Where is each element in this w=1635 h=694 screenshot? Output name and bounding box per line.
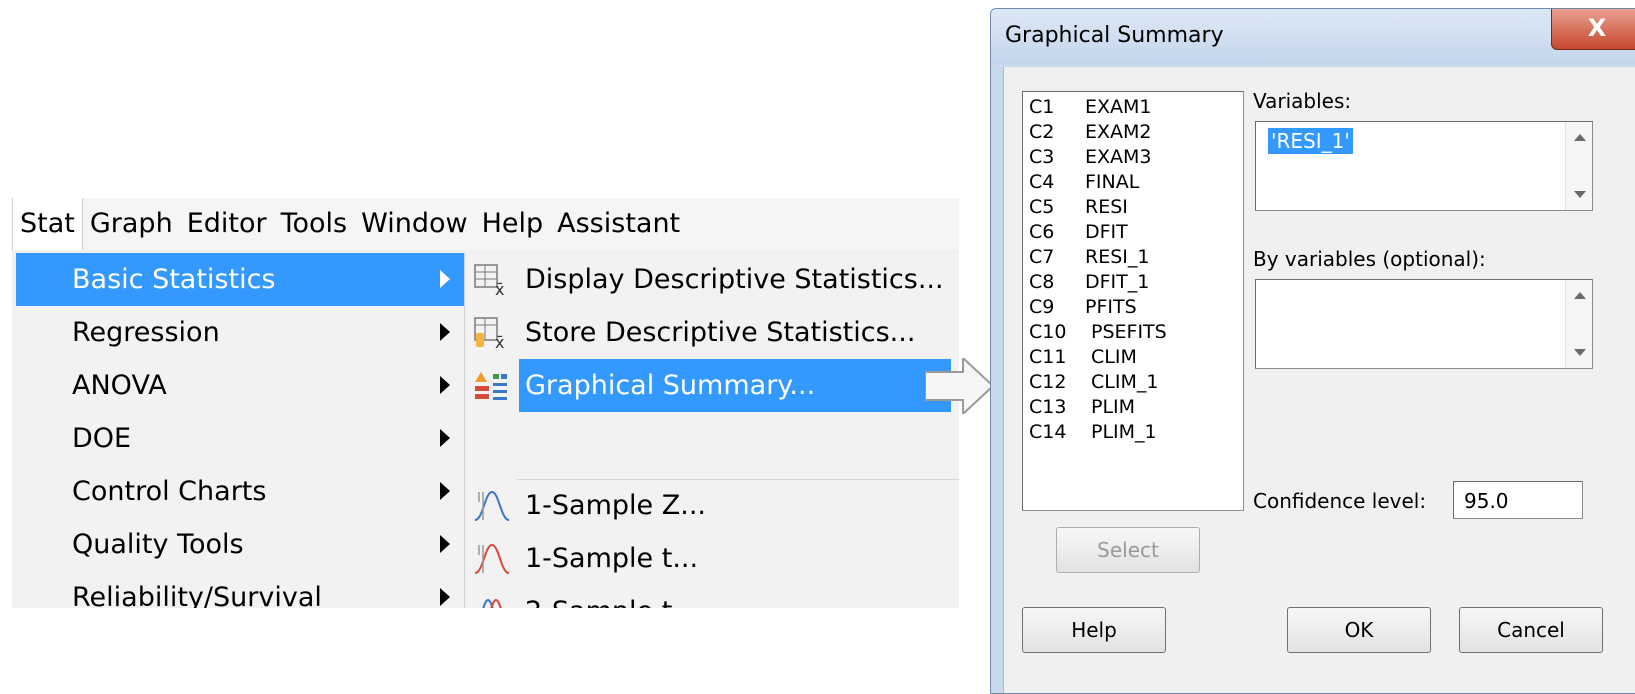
menu-item-regression[interactable]: Regression: [16, 306, 464, 359]
menu-item-label: ANOVA: [72, 370, 167, 401]
submenu-arrow-icon: [440, 376, 450, 394]
dialog-client-area: C1 EXAM1 C2 EXAM2 C3 EXAM3 C4 FINAL C5 RESI C…: [1003, 67, 1635, 693]
select-button[interactable]: Select: [1056, 527, 1200, 573]
by-variables-field[interactable]: [1255, 279, 1593, 369]
menu-graph[interactable]: Graph: [83, 198, 180, 250]
distribution-curve-icon: [474, 543, 510, 574]
list-item[interactable]: C7 RESI_1: [1029, 246, 1149, 272]
menu-item-basic-statistics[interactable]: Basic Statistics: [16, 253, 464, 306]
menu-stat[interactable]: Stat: [12, 198, 83, 250]
submenu-arrow-icon: [440, 323, 450, 341]
menu-assistant[interactable]: Assistant: [550, 198, 687, 250]
menu-item-control-charts[interactable]: Control Charts: [16, 465, 464, 518]
graphical-summary-icon: [475, 372, 507, 400]
submenu-item-1-sample-t[interactable]: 1-Sample t...: [467, 532, 959, 585]
submenu-item-label: 1-Sample Z...: [525, 490, 706, 521]
menu-item-quality-tools[interactable]: Quality Tools: [16, 518, 464, 571]
scroll-up-icon[interactable]: [1574, 134, 1586, 141]
by-variables-label: By variables (optional):: [1253, 247, 1486, 271]
dialog-titlebar[interactable]: Graphical Summary X: [991, 9, 1635, 64]
list-item[interactable]: C14 PLIM_1: [1029, 421, 1157, 447]
list-item[interactable]: C6 DFIT: [1029, 221, 1128, 247]
menu-tools[interactable]: Tools: [274, 198, 355, 250]
table-x-icon: x̄: [474, 264, 504, 298]
scroll-up-icon[interactable]: [1574, 292, 1586, 299]
submenu-item-label: 2-Sample t...: [525, 596, 698, 608]
submenu-item-store-descriptive[interactable]: x̄ Store Descriptive Statistics...: [467, 306, 959, 359]
dialog-title: Graphical Summary: [1005, 23, 1224, 48]
menu-item-label: Control Charts: [72, 476, 267, 507]
list-item[interactable]: C3 EXAM3: [1029, 146, 1152, 172]
variables-label: Variables:: [1253, 89, 1352, 113]
help-button[interactable]: Help: [1022, 607, 1166, 653]
stat-dropdown-menu: Basic Statistics Regression ANOVA DOE Co…: [16, 253, 465, 608]
table-store-icon: x̄: [474, 317, 504, 351]
list-item[interactable]: C4 FINAL: [1029, 171, 1139, 197]
menu-item-label: DOE: [72, 423, 132, 454]
menu-item-anova[interactable]: ANOVA: [16, 359, 464, 412]
menu-item-reliability-survival[interactable]: Reliability/Survival: [16, 571, 464, 608]
list-item[interactable]: C1 EXAM1: [1029, 96, 1152, 122]
scroll-down-icon[interactable]: [1574, 349, 1586, 356]
submenu-item-graphical-summary[interactable]: Graphical Summary...: [467, 359, 959, 412]
close-button[interactable]: X: [1551, 9, 1635, 50]
list-item[interactable]: C10 PSEFITS: [1029, 321, 1167, 347]
submenu-item-label: 1-Sample t...: [525, 543, 699, 574]
submenu-item-display-descriptive[interactable]: x̄ Display Descriptive Statistics...: [467, 253, 959, 306]
submenu-arrow-icon: [440, 535, 450, 553]
menu-window[interactable]: Window: [354, 198, 474, 250]
variables-field[interactable]: 'RESI_1': [1255, 121, 1593, 211]
scrollbar[interactable]: [1565, 122, 1592, 210]
cancel-button[interactable]: Cancel: [1459, 607, 1603, 653]
column-list[interactable]: C1 EXAM1 C2 EXAM2 C3 EXAM3 C4 FINAL C5 RESI C…: [1022, 91, 1244, 511]
menu-help[interactable]: Help: [475, 198, 551, 250]
menu-editor[interactable]: Editor: [180, 198, 274, 250]
svg-text:x̄: x̄: [495, 280, 504, 298]
svg-text:x̄: x̄: [495, 333, 504, 351]
list-item[interactable]: C9 PFITS: [1029, 296, 1137, 322]
submenu-arrow-icon: [440, 270, 450, 288]
distribution-curve-icon: [474, 490, 510, 521]
submenu-arrow-icon: [440, 482, 450, 500]
submenu-item-label: Graphical Summary...: [519, 359, 951, 412]
submenu-arrow-icon: [440, 588, 450, 606]
minitab-menu-screenshot: Stat Graph Editor Tools Window Help Assi…: [12, 198, 959, 608]
submenu-item-1-sample-z[interactable]: 1-Sample Z...: [467, 479, 959, 532]
scrollbar[interactable]: [1565, 280, 1592, 368]
confidence-level-label: Confidence level:: [1253, 489, 1427, 513]
submenu-item-2-sample-t[interactable]: 2-Sample t...: [467, 585, 959, 608]
list-item[interactable]: C12 CLIM_1: [1029, 371, 1158, 397]
basic-statistics-submenu: x̄ Display Descriptive Statistics... x̄ …: [467, 253, 959, 608]
menu-item-label: Quality Tools: [72, 529, 244, 560]
ok-button[interactable]: OK: [1287, 607, 1431, 653]
connector-arrow-icon: [925, 358, 995, 414]
menu-bar: Stat Graph Editor Tools Window Help Assi…: [12, 198, 959, 250]
submenu-arrow-icon: [440, 429, 450, 447]
confidence-level-input[interactable]: 95.0: [1453, 481, 1583, 519]
list-item[interactable]: C2 EXAM2: [1029, 121, 1152, 147]
list-item[interactable]: C5 RESI: [1029, 196, 1128, 222]
list-item[interactable]: C11 CLIM: [1029, 346, 1137, 372]
submenu-item-label: Display Descriptive Statistics...: [525, 264, 944, 295]
scroll-down-icon[interactable]: [1574, 191, 1586, 198]
submenu-item-label: Store Descriptive Statistics...: [525, 317, 916, 348]
two-curves-icon: [482, 598, 502, 608]
menu-item-label: Reliability/Survival: [72, 582, 322, 608]
menu-item-label: Basic Statistics: [72, 264, 276, 295]
menu-item-label: Regression: [72, 317, 220, 348]
menu-item-doe[interactable]: DOE: [16, 412, 464, 465]
graphical-summary-dialog: Graphical Summary X C1 EXAM1 C2 EXAM2 C3 EX…: [990, 8, 1635, 694]
list-item[interactable]: C8 DFIT_1: [1029, 271, 1149, 297]
list-item[interactable]: C13 PLIM: [1029, 396, 1135, 422]
variables-value: 'RESI_1': [1268, 128, 1353, 154]
